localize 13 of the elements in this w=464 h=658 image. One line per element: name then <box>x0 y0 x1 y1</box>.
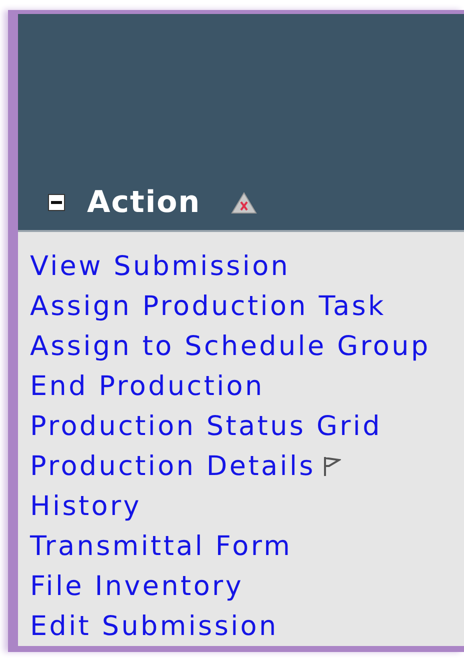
action-link[interactable]: View Submission <box>30 250 290 282</box>
action-link[interactable]: Assign to Schedule Group <box>30 330 430 362</box>
action-link[interactable]: Edit Submission <box>30 610 278 642</box>
collapse-button[interactable] <box>48 194 65 211</box>
action-link[interactable]: Production Status Grid <box>30 410 382 442</box>
action-link[interactable]: Production Details <box>30 450 316 482</box>
section-title: Action <box>87 185 201 220</box>
action-link[interactable]: Assign Production Task <box>30 290 386 322</box>
warning-icon <box>230 192 257 214</box>
action-link[interactable]: End Production <box>30 370 264 402</box>
action-link[interactable]: Transmittal Form <box>30 530 292 562</box>
action-link[interactable]: File Inventory <box>30 570 244 602</box>
action-link[interactable]: History <box>30 490 142 522</box>
